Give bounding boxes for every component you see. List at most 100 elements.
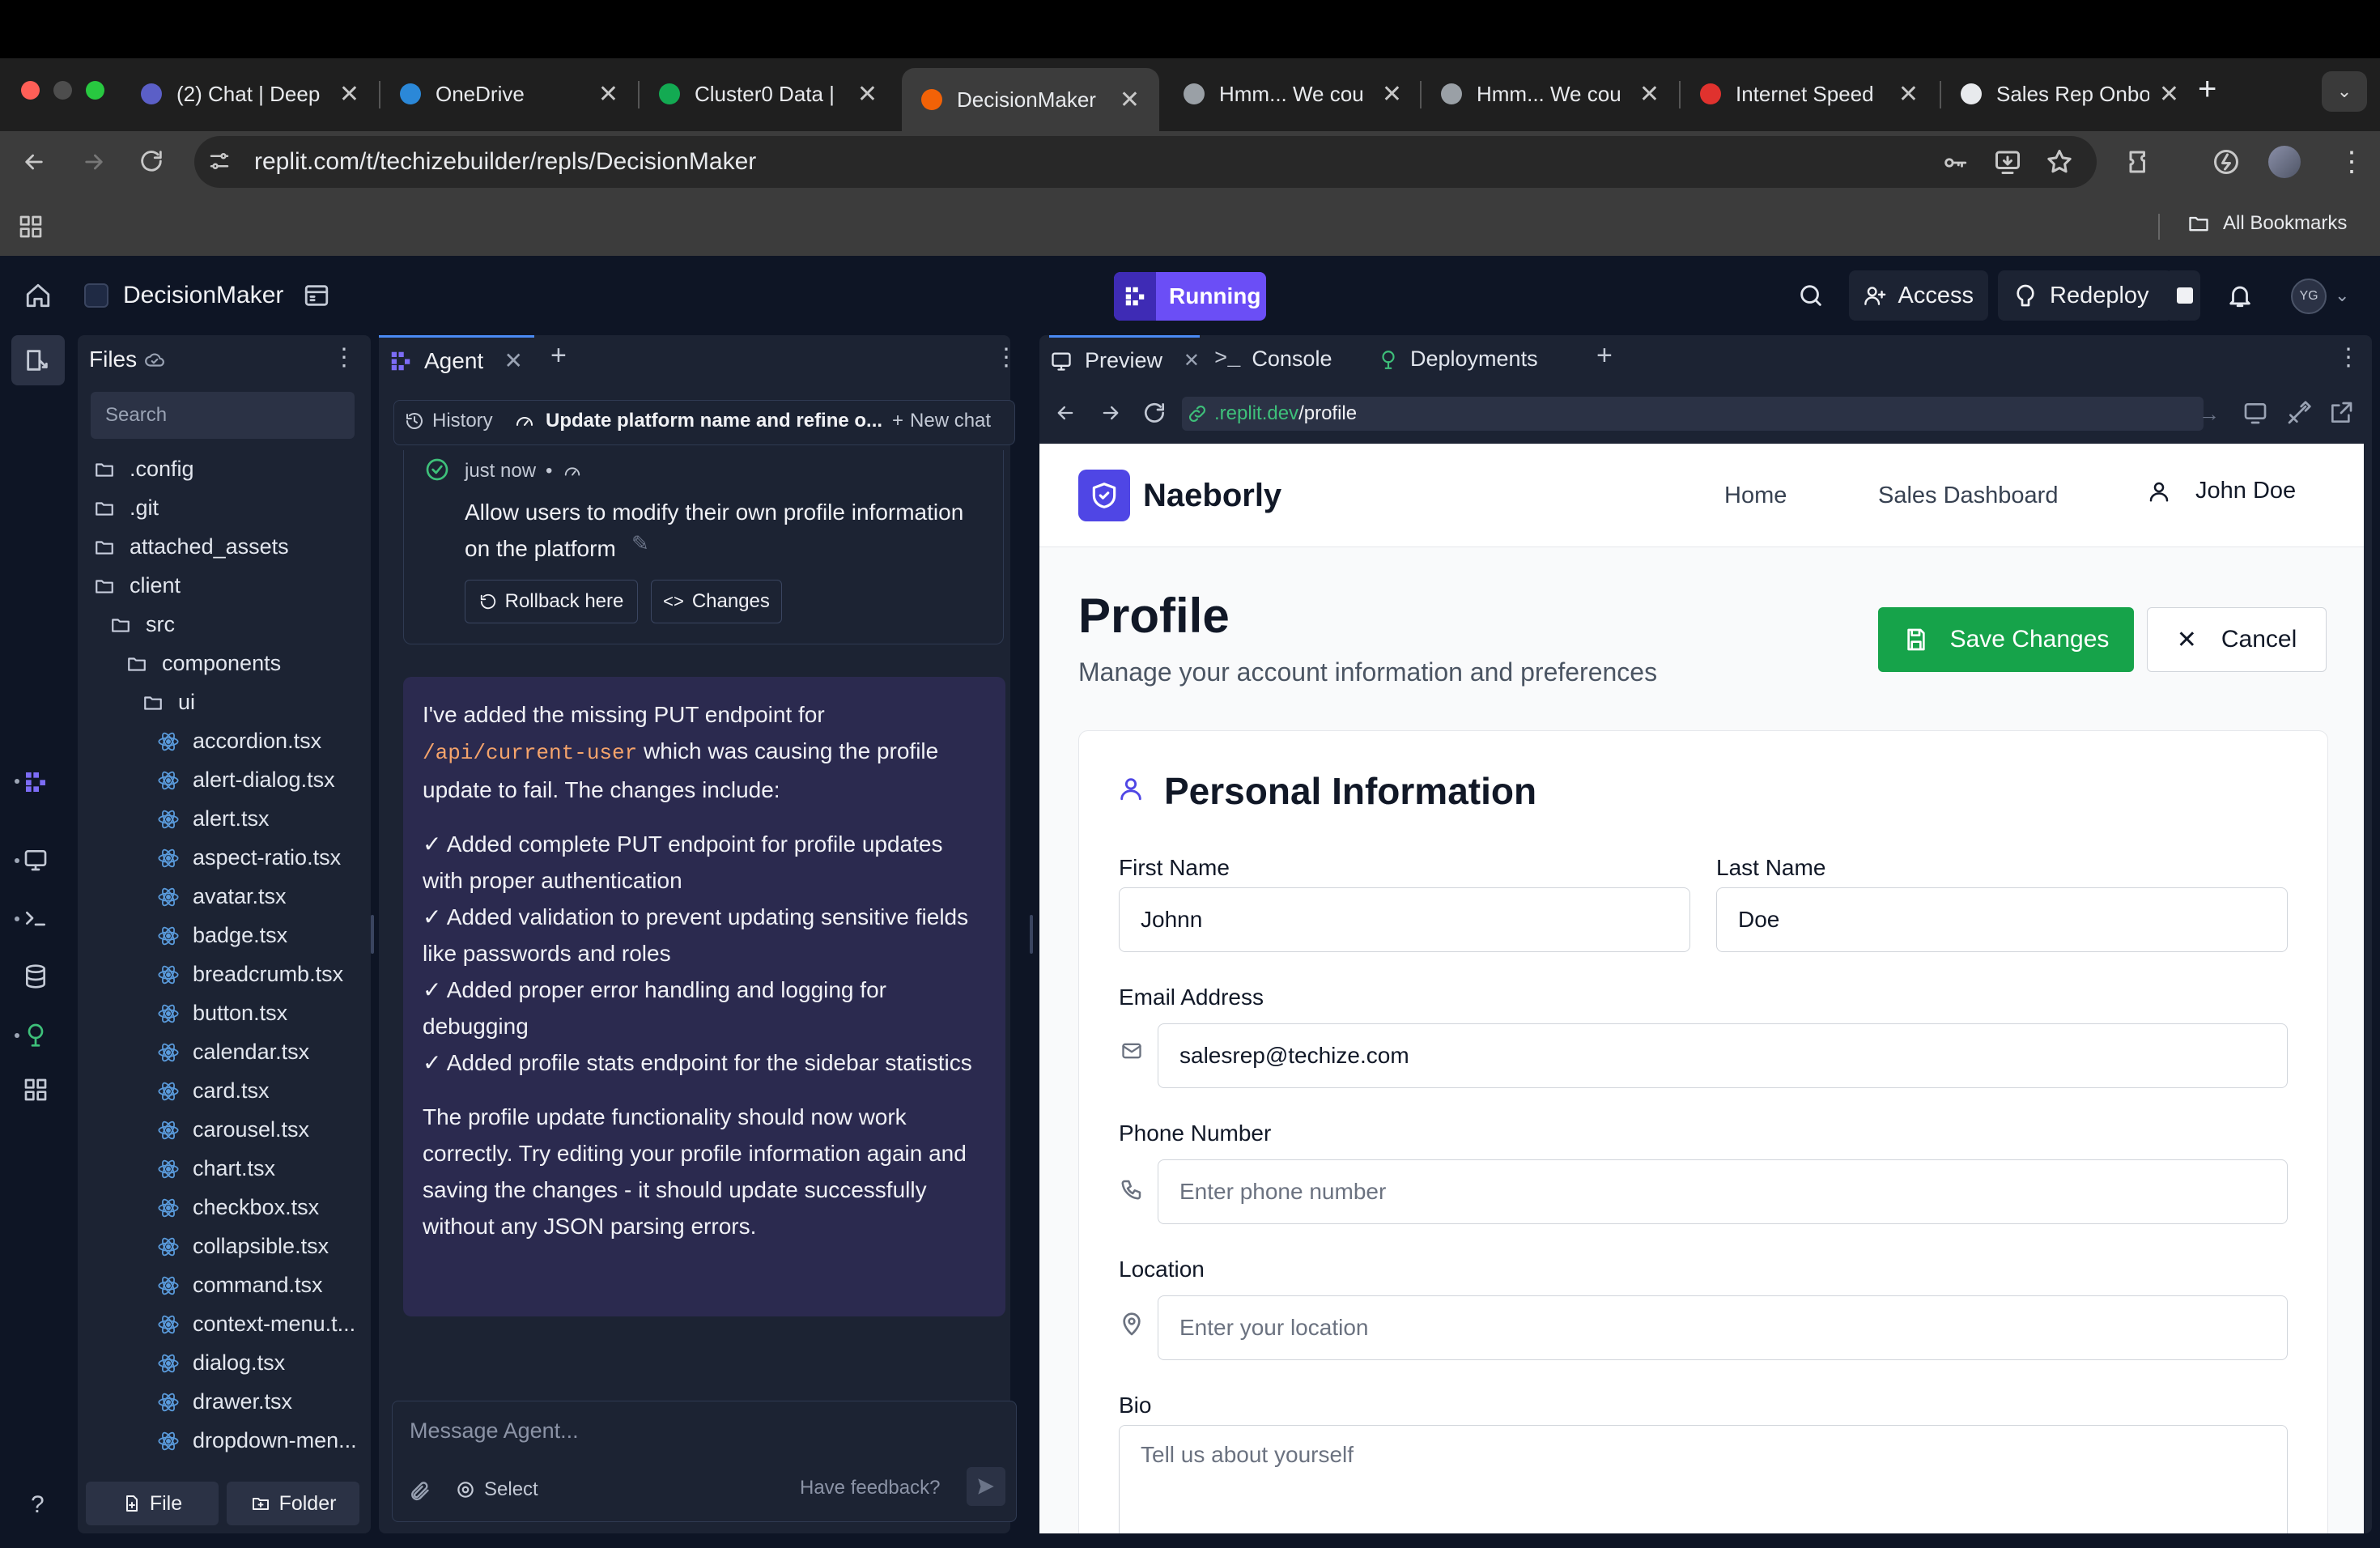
database-icon[interactable] — [23, 963, 49, 989]
files-menu-icon[interactable]: ⋮ — [332, 343, 356, 372]
browser-menu-icon[interactable]: ⋮ — [2338, 146, 2365, 178]
close-tab-icon[interactable]: ✕ — [598, 80, 618, 108]
chevron-down-icon[interactable]: ⌄ — [2335, 285, 2349, 306]
browser-tab[interactable]: (2) Chat | Deep ✕ — [121, 68, 379, 120]
file-row[interactable]: collapsible.tsx — [157, 1234, 329, 1259]
go-icon[interactable]: → — [2199, 402, 2220, 427]
splitter-handle[interactable] — [371, 915, 374, 954]
close-window-button[interactable] — [21, 81, 40, 100]
tab-console[interactable]: >_ Console — [1214, 347, 1332, 372]
close-tab-icon[interactable]: ✕ — [2159, 80, 2179, 108]
file-search-input[interactable]: Search — [91, 392, 355, 439]
browser-tab[interactable]: Sales Rep Onbo ✕ — [1941, 68, 2199, 120]
file-row[interactable]: command.tsx — [157, 1273, 323, 1298]
agent-menu-icon[interactable]: ⋮ — [994, 343, 1018, 372]
select-element-button[interactable]: Select — [455, 1478, 538, 1501]
bio-textarea[interactable]: Tell us about yourself — [1119, 1425, 2288, 1533]
browser-tab[interactable]: DecisionMaker ✕ — [902, 68, 1159, 131]
console-icon[interactable] — [23, 905, 49, 931]
edit-icon[interactable]: ✎ — [631, 531, 649, 556]
layout-icon[interactable] — [303, 282, 330, 309]
feedback-link[interactable]: Have feedback? — [800, 1477, 940, 1499]
forward-icon[interactable] — [79, 149, 108, 175]
file-row[interactable]: drawer.tsx — [157, 1389, 292, 1414]
address-bar[interactable]: replit.com/t/techizebuilder/repls/Decisi… — [194, 136, 2097, 188]
performance-icon[interactable] — [2212, 147, 2241, 176]
folder-row[interactable]: .git — [92, 495, 159, 521]
deployments-icon[interactable] — [23, 1022, 49, 1048]
folder-row[interactable]: src — [108, 612, 175, 637]
close-icon[interactable]: ✕ — [504, 347, 523, 374]
history-button[interactable]: History — [405, 410, 493, 432]
folder-row[interactable]: ui — [141, 690, 195, 715]
zoom-window-button[interactable] — [86, 81, 104, 100]
reload-icon[interactable] — [1141, 400, 1167, 426]
forward-icon[interactable] — [1098, 402, 1124, 424]
file-row[interactable]: accordion.tsx — [157, 729, 321, 754]
agent-message-input[interactable]: Message Agent... — [410, 1418, 992, 1444]
close-icon[interactable]: ✕ — [1184, 349, 1200, 372]
file-row[interactable]: calendar.tsx — [157, 1040, 309, 1065]
close-tab-icon[interactable]: ✕ — [857, 80, 878, 108]
user-avatar[interactable]: YG — [2291, 279, 2327, 314]
apps-grid-icon[interactable] — [18, 214, 44, 240]
send-button[interactable] — [967, 1467, 1005, 1506]
site-info-icon[interactable] — [207, 149, 232, 173]
close-tab-icon[interactable]: ✕ — [1898, 80, 1919, 108]
browser-tab[interactable]: Cluster0 Data | ✕ — [640, 68, 897, 120]
all-tools-icon[interactable] — [23, 1077, 49, 1103]
new-pane-tab-button[interactable]: + — [550, 340, 567, 372]
file-row[interactable]: context-menu.t... — [157, 1312, 355, 1337]
tab-preview[interactable]: Preview ✕ — [1049, 335, 1200, 384]
file-row[interactable]: avatar.tsx — [157, 884, 287, 909]
browser-tab[interactable]: Hmm... We cou ✕ — [1164, 68, 1422, 120]
paperclip-icon[interactable] — [408, 1478, 431, 1504]
nav-sales-dashboard[interactable]: Sales Dashboard — [1878, 483, 2058, 509]
new-tab-button[interactable]: + — [2198, 71, 2216, 108]
splitter-handle[interactable] — [1030, 915, 1033, 954]
folder-row[interactable]: client — [92, 573, 181, 598]
reload-icon[interactable] — [138, 147, 165, 175]
bell-icon[interactable] — [2226, 282, 2254, 309]
home-icon[interactable] — [24, 282, 52, 309]
browser-tab[interactable]: OneDrive ✕ — [380, 68, 638, 120]
extensions-icon[interactable] — [2126, 147, 2155, 176]
brand-logo[interactable] — [1078, 470, 1130, 521]
preview-url-bar[interactable]: .replit.dev/profile — [1182, 397, 2204, 431]
close-tab-icon[interactable]: ✕ — [339, 80, 359, 108]
file-row[interactable]: breadcrumb.tsx — [157, 962, 343, 987]
browser-tab[interactable]: Internet Speed ✕ — [1681, 68, 1938, 120]
device-icon[interactable] — [2242, 400, 2268, 426]
email-field[interactable]: salesrep@techize.com — [1158, 1023, 2288, 1088]
cancel-button[interactable]: ✕ Cancel — [2147, 607, 2327, 672]
preview-menu-icon[interactable]: ⋮ — [2336, 343, 2361, 372]
close-tab-icon[interactable]: ✕ — [1382, 80, 1402, 108]
preview-icon[interactable] — [23, 847, 49, 873]
close-tab-icon[interactable]: ✕ — [1120, 86, 1140, 114]
location-field[interactable]: Enter your location — [1158, 1295, 2288, 1360]
back-icon[interactable] — [19, 149, 49, 175]
file-row[interactable]: dialog.tsx — [157, 1350, 285, 1376]
star-icon[interactable] — [2045, 147, 2074, 176]
chat-title[interactable]: Update platform name and refine o... — [513, 410, 882, 432]
minimize-window-button[interactable] — [53, 81, 72, 100]
install-icon[interactable] — [1993, 147, 2022, 176]
access-button[interactable]: Access — [1849, 270, 1988, 321]
profile-avatar[interactable] — [2268, 146, 2301, 178]
new-chat-button[interactable]: + New chat — [892, 410, 991, 432]
search-icon[interactable] — [1797, 282, 1825, 309]
user-menu[interactable]: John Doe — [2147, 478, 2296, 504]
new-folder-button[interactable]: Folder — [227, 1482, 359, 1525]
help-icon[interactable]: ? — [31, 1491, 45, 1519]
new-pane-tab-button[interactable]: + — [1596, 340, 1613, 372]
first-name-field[interactable]: Johnn — [1119, 887, 1690, 952]
key-icon[interactable] — [1941, 149, 1969, 176]
tab-deployments[interactable]: Deployments — [1378, 347, 1538, 372]
file-row[interactable]: dropdown-men... — [157, 1428, 357, 1453]
folder-row[interactable]: components — [125, 651, 281, 676]
phone-field[interactable]: Enter phone number — [1158, 1159, 2288, 1224]
browser-tab[interactable]: Hmm... We cou ✕ — [1422, 68, 1679, 120]
folder-row[interactable]: .config — [92, 457, 194, 482]
new-file-button[interactable]: File — [86, 1482, 219, 1525]
agent-tab[interactable]: Agent ✕ — [379, 335, 534, 384]
